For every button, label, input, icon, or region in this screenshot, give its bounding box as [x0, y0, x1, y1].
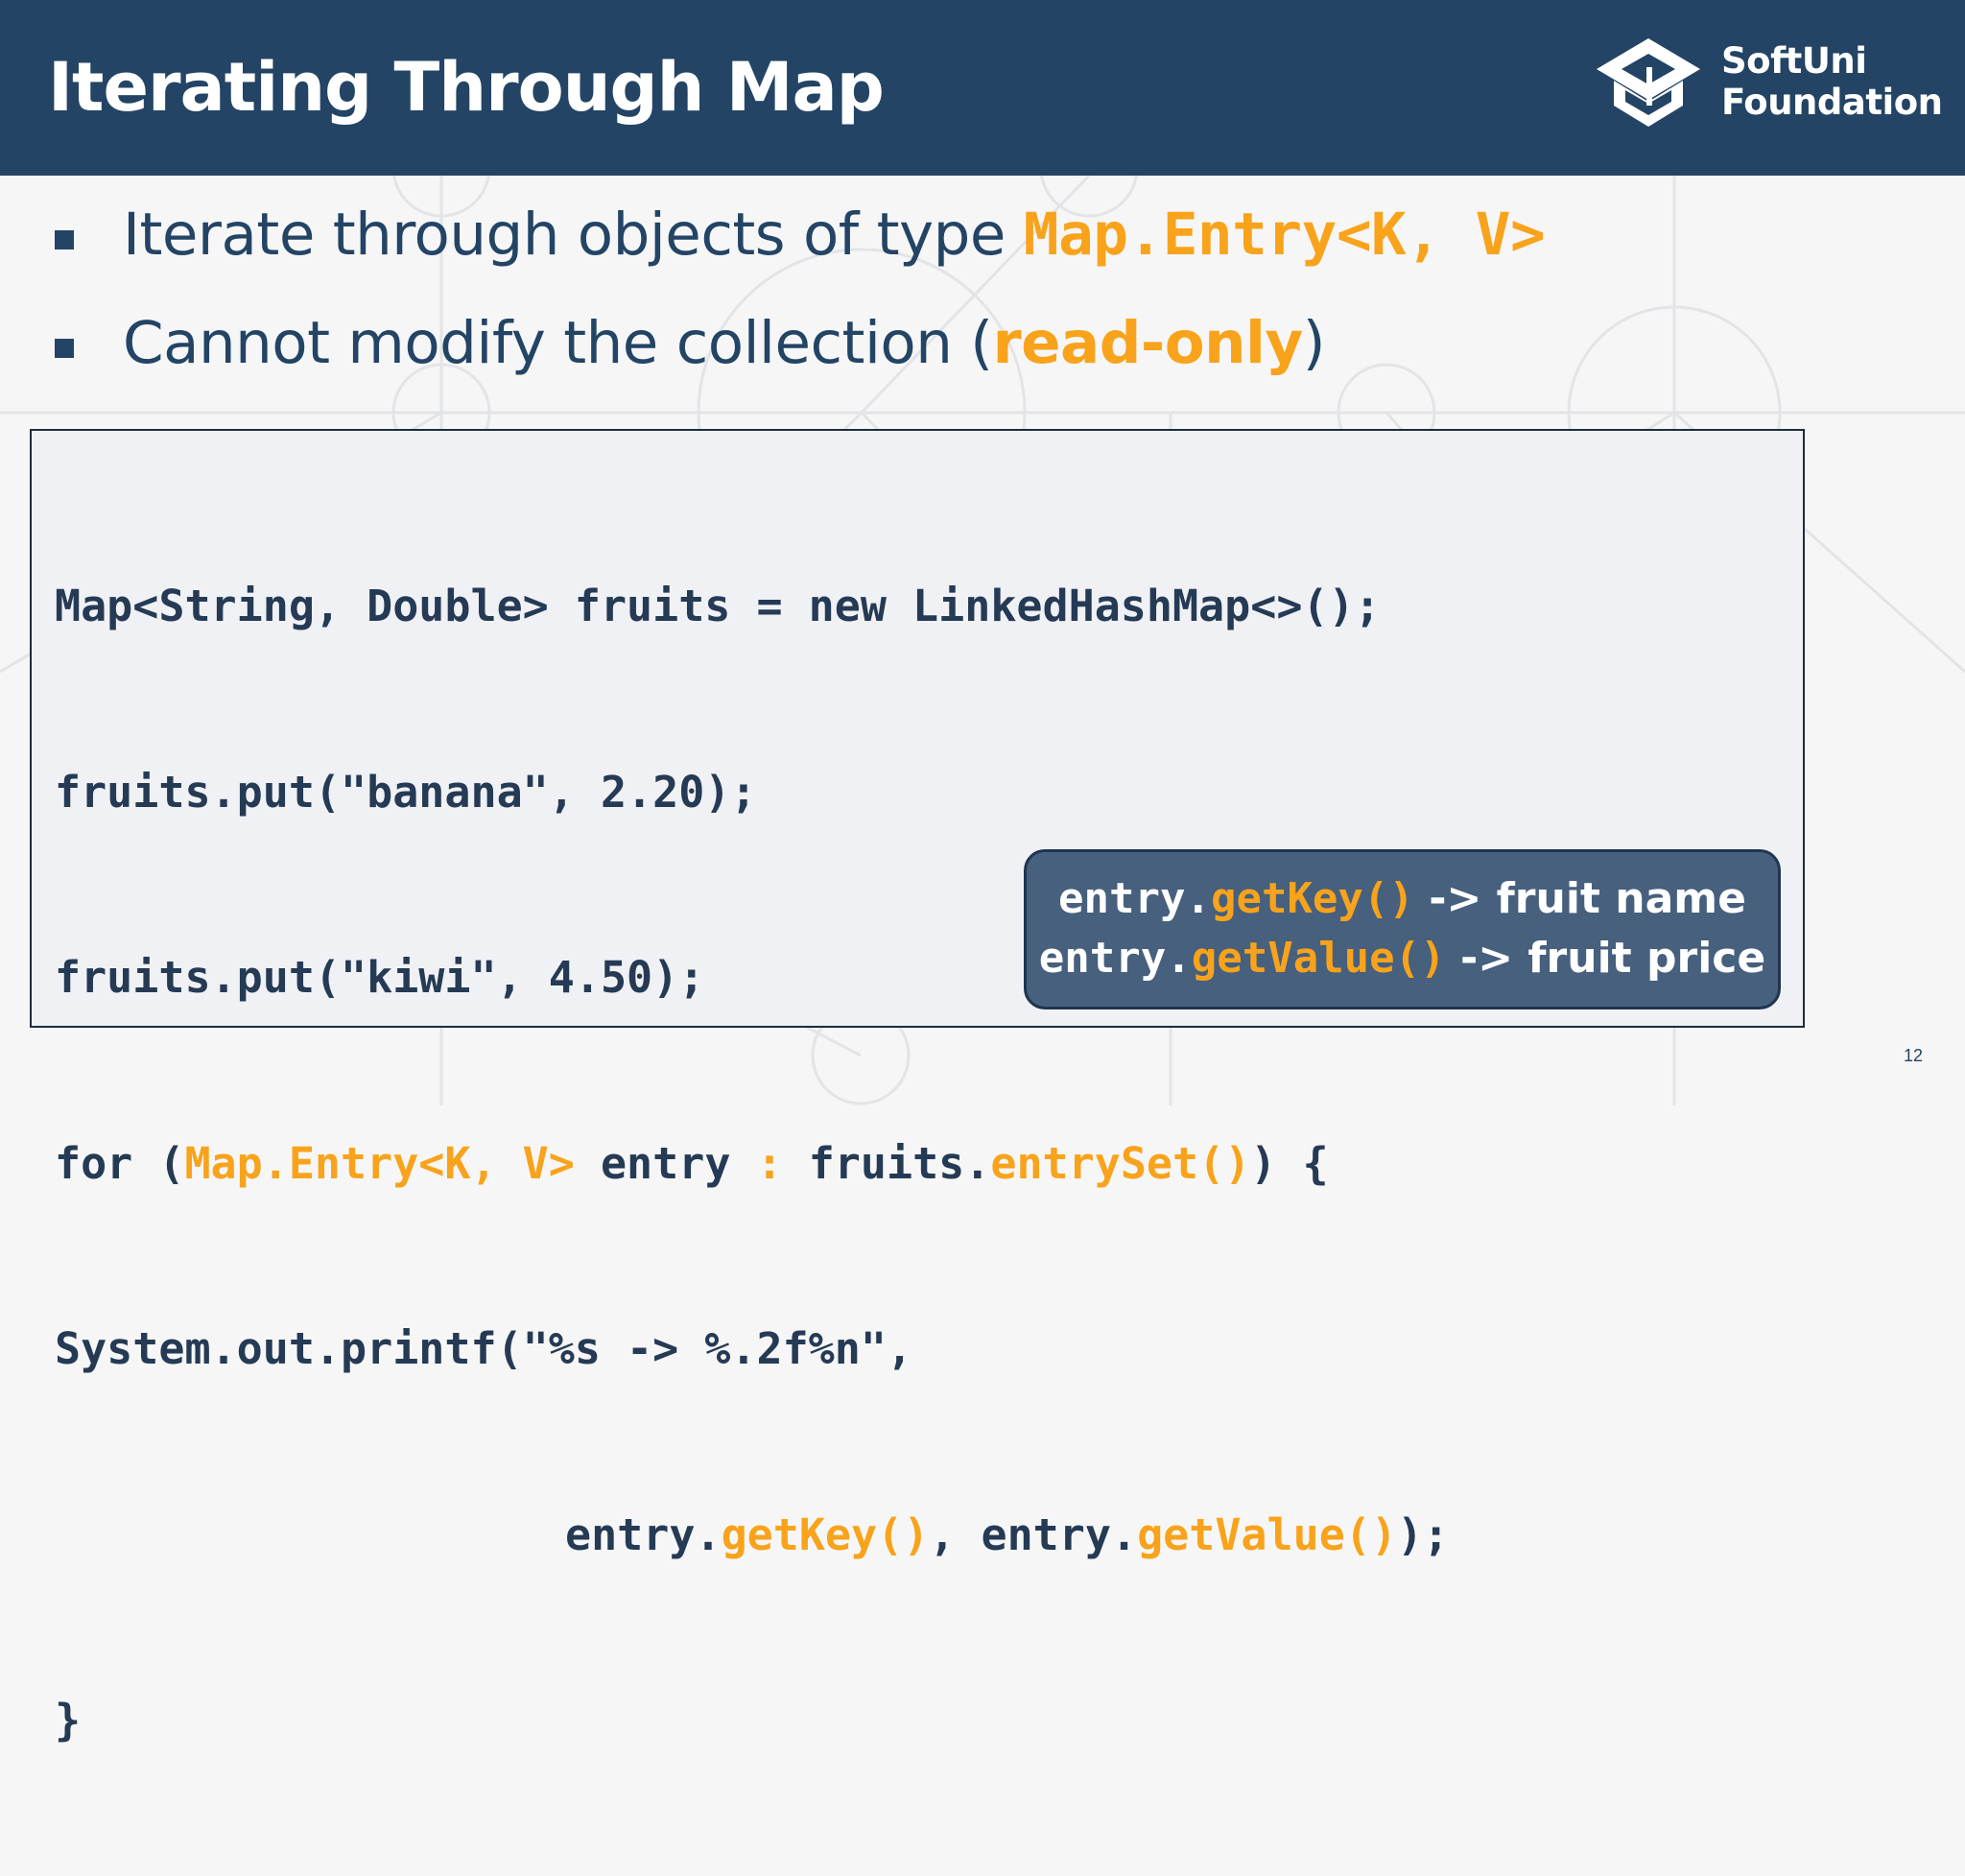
- logo-line-1: SoftUni: [1721, 40, 1867, 82]
- code-token-highlight: :: [756, 1137, 783, 1189]
- code-token: ) {: [1250, 1137, 1329, 1189]
- bullet-marker: [55, 230, 74, 249]
- bullet-highlight: read-only: [992, 309, 1304, 377]
- code-token-highlight: getKey(): [721, 1508, 930, 1560]
- logo-line-2: Foundation: [1721, 82, 1943, 123]
- code-token: );: [1397, 1508, 1450, 1560]
- page-number: 12: [1904, 1046, 1924, 1065]
- code-token-highlight: Map.Entry<K, V>: [184, 1137, 575, 1189]
- callout-line: entry.getValue() -> fruit price: [1027, 929, 1778, 988]
- callout-method: getKey(): [1210, 874, 1414, 923]
- callout-tooltip: entry.getKey() -> fruit name entry.getVa…: [1024, 849, 1781, 1009]
- code-token: entry: [574, 1137, 757, 1189]
- code-content: Map<String, Double> fruits = new LinkedH…: [55, 452, 1449, 1876]
- bullet-text: Iterate through objects of type: [123, 201, 1024, 269]
- callout-line: entry.getKey() -> fruit name: [1027, 869, 1778, 929]
- code-line: entry.getKey(), entry.getValue());: [55, 1505, 1449, 1567]
- callout-method: getValue(): [1191, 934, 1446, 983]
- callout-code: entry.: [1038, 934, 1192, 983]
- softuni-logo: SoftUni Foundation: [1591, 35, 1943, 131]
- callout-desc: -> fruit price: [1445, 934, 1766, 983]
- graduation-cap-icon: [1597, 38, 1700, 127]
- code-token: , entry.: [929, 1508, 1138, 1560]
- bullet-code-highlight: Map.Entry<K, V>: [1023, 201, 1546, 269]
- code-token: entry.: [565, 1508, 722, 1560]
- bullet-marker: [55, 339, 74, 358]
- bullet-text: Cannot modify the collection (: [123, 309, 993, 377]
- code-token-highlight: entrySet(): [990, 1137, 1251, 1189]
- code-line: for (Map.Entry<K, V> entry : fruits.entr…: [55, 1133, 1449, 1196]
- slide-title: Iterating Through Map: [48, 48, 885, 127]
- bullet-item: Cannot modify the collection (read-only): [0, 300, 1965, 387]
- code-line: Map<String, Double> fruits = new LinkedH…: [55, 581, 1381, 631]
- callout-code: entry.: [1058, 874, 1211, 923]
- code-line: }: [55, 1695, 82, 1745]
- slide-header: Iterating Through Map SoftUni Foundation: [0, 0, 1965, 176]
- code-token: for (: [55, 1137, 185, 1189]
- code-line: System.out.printf("%s -> %.2f%n",: [55, 1323, 913, 1374]
- bullet-item: Iterate through objects of type Map.Entr…: [0, 192, 1965, 278]
- code-token-highlight: getValue(): [1137, 1508, 1397, 1560]
- code-line: fruits.put("banana", 2.20);: [55, 766, 757, 818]
- callout-desc: -> fruit name: [1413, 874, 1746, 923]
- bullet-text-end: ): [1302, 309, 1326, 377]
- code-token: fruits.: [782, 1137, 991, 1189]
